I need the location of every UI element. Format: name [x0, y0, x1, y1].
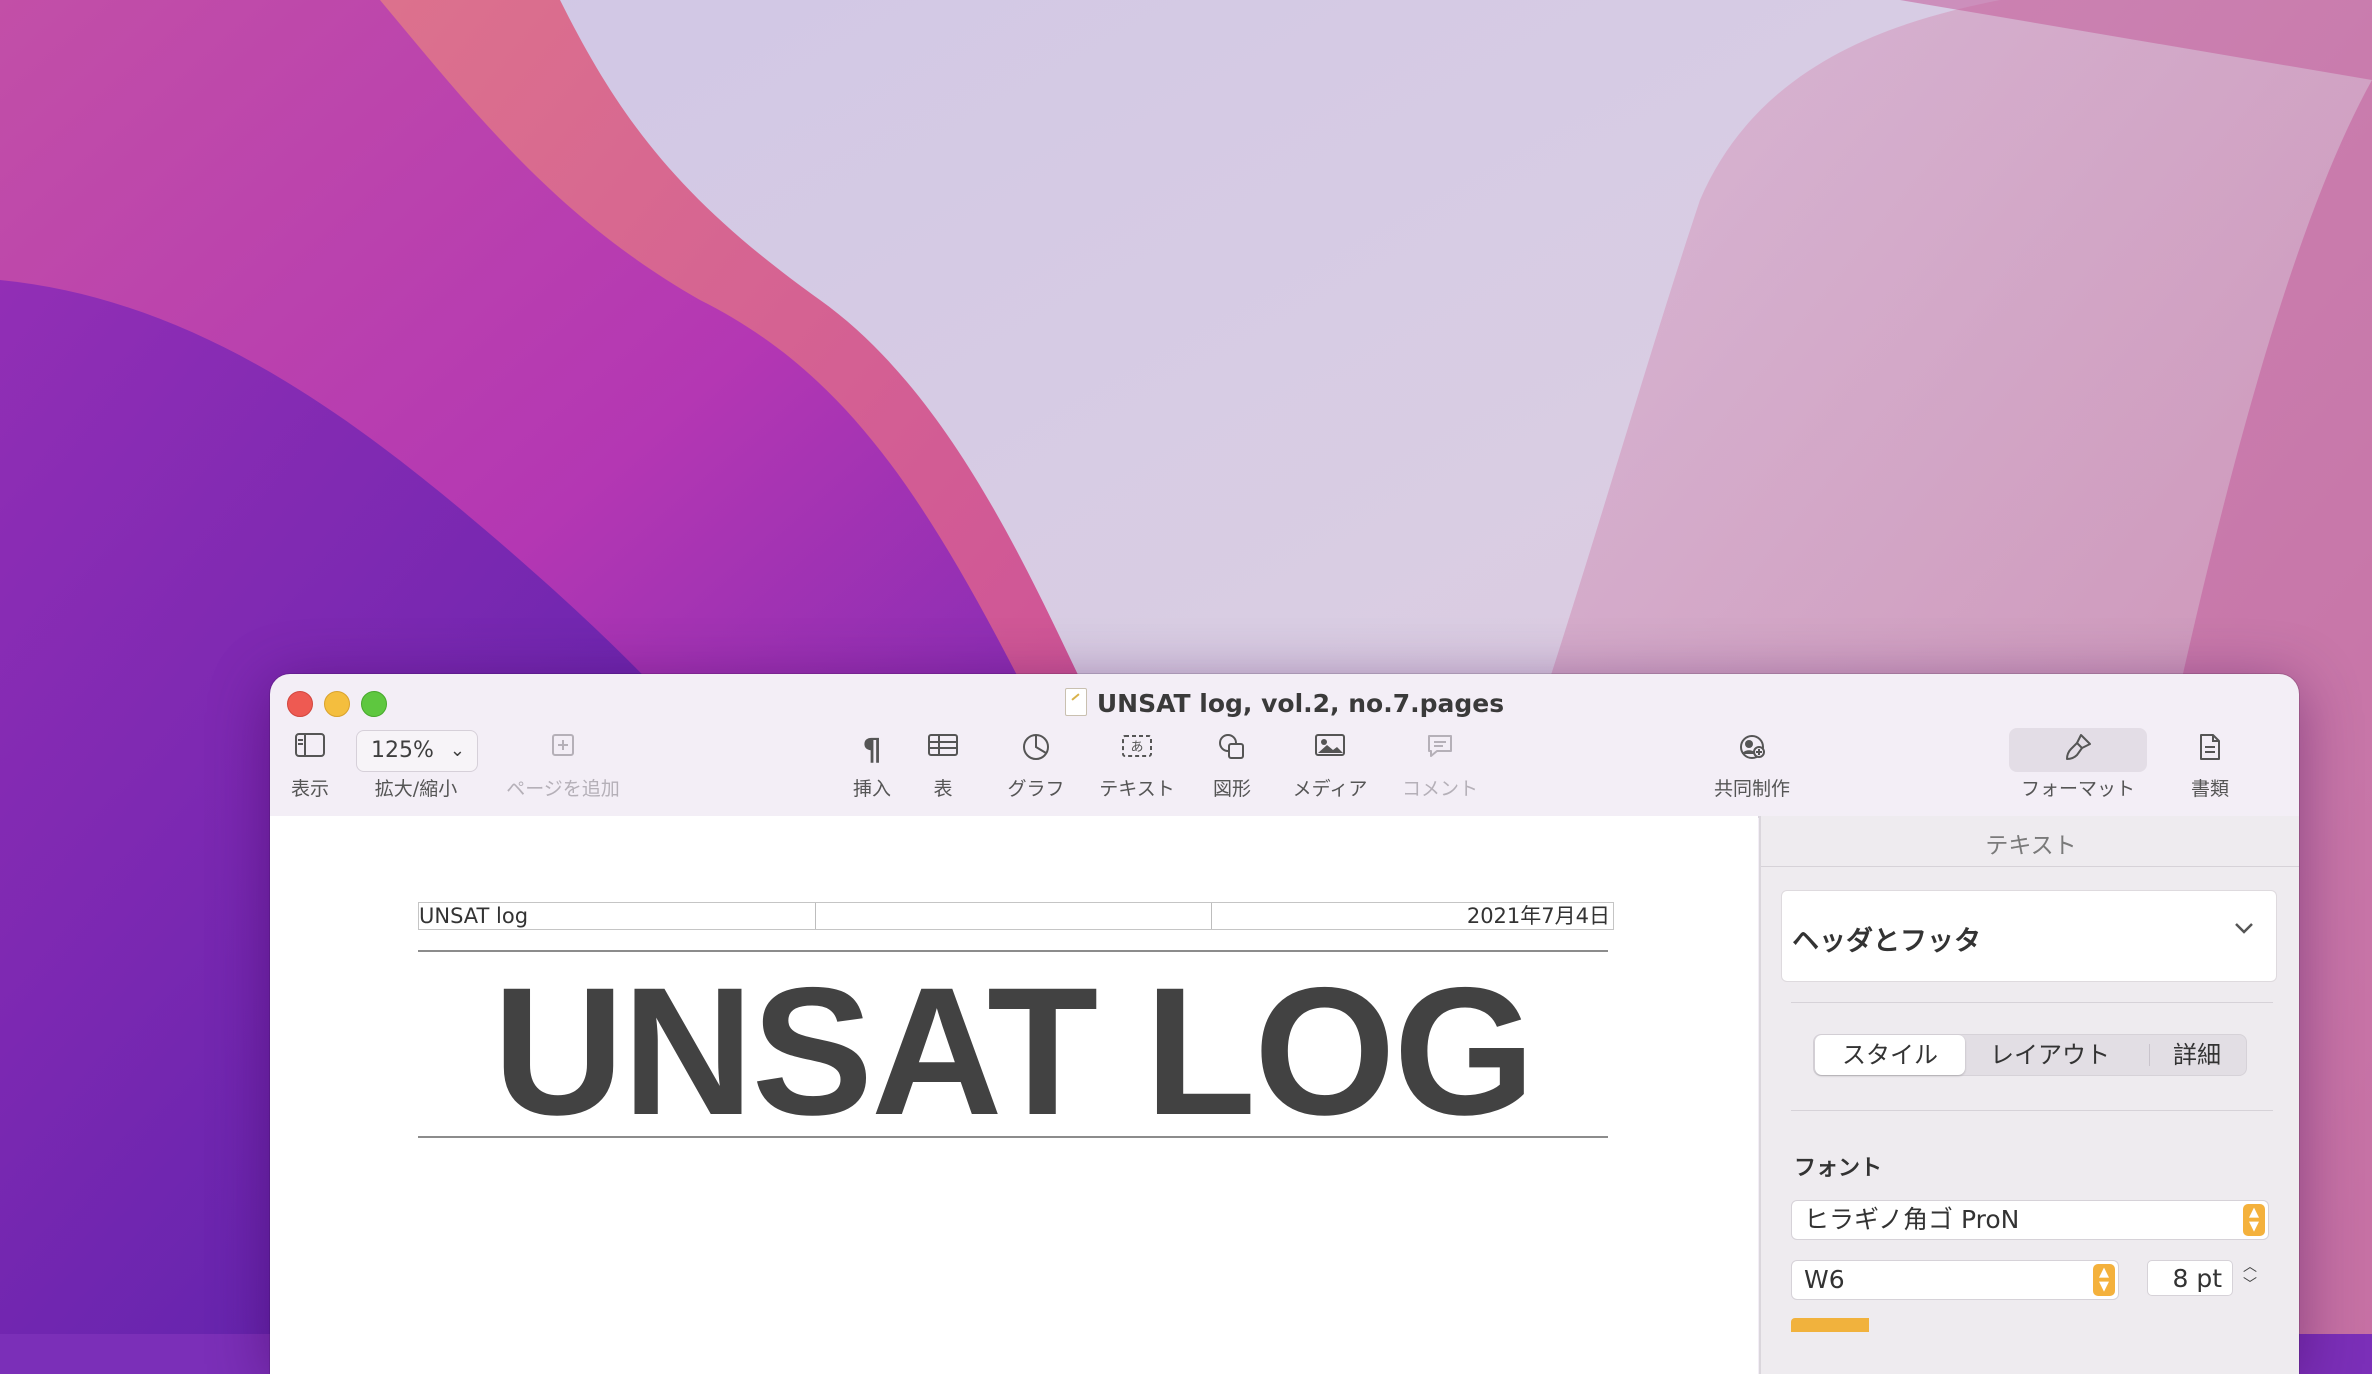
text-color-well[interactable]	[1791, 1318, 1869, 1332]
font-weight-popup[interactable]: W6 ▲ ▼	[1791, 1260, 2119, 1300]
font-family-value: ヒラギノ角ゴ ProN	[1804, 1205, 2020, 1234]
text-label: テキスト	[1099, 778, 1175, 800]
zoom-label: 拡大/縮小	[374, 778, 458, 800]
inspector-tab-text[interactable]: テキスト	[1761, 826, 2299, 860]
font-section-label: フォント	[1794, 1156, 1883, 1181]
updown-arrows-icon: ▲ ▼	[2243, 1204, 2265, 1236]
media-button[interactable]: メディア	[1280, 732, 1380, 801]
chart-label: グラフ	[1007, 778, 1065, 800]
font-size-stepper[interactable]: ︿ ﹀	[2237, 1258, 2263, 1298]
insert-label: 挿入	[852, 778, 891, 800]
text-box-button[interactable]: あ テキスト	[1090, 732, 1184, 801]
comment-label: コメント	[1401, 778, 1478, 800]
stepper-down-icon[interactable]: ﹀	[2243, 1277, 2257, 1293]
title-bottom-rule	[418, 1136, 1608, 1138]
stepper-up-icon[interactable]: ︿	[2243, 1259, 2257, 1275]
svg-text:あ: あ	[1130, 740, 1143, 755]
font-size-field[interactable]: 8 pt	[2147, 1260, 2233, 1296]
photo-icon	[1280, 732, 1380, 770]
segment-more[interactable]: 詳細	[2150, 1035, 2244, 1075]
format-button[interactable]: フォーマット	[2004, 732, 2152, 801]
inspector-tab-divider	[1761, 866, 2299, 867]
table-button[interactable]: 表	[922, 732, 964, 801]
view-label: 表示	[290, 778, 329, 800]
inspector-divider	[1791, 1002, 2273, 1003]
header-right-cell[interactable]: 2021年7月4日	[1467, 903, 1610, 929]
shape-label: 図形	[1212, 778, 1251, 800]
document-title[interactable]: UNSAT LOG	[418, 960, 1608, 1142]
paragraph-style-name: ヘッダとフッタ	[1792, 926, 1981, 957]
comment-button[interactable]: コメント	[1390, 732, 1490, 801]
paragraph-style-selector[interactable]: ヘッダとフッタ	[1781, 890, 2277, 982]
header-divider	[815, 903, 816, 929]
segment-layout[interactable]: レイアウト	[1966, 1035, 2134, 1075]
document-icon	[2180, 732, 2240, 770]
table-label: 表	[933, 778, 953, 800]
media-label: メディア	[1292, 778, 1368, 800]
paragraph-icon: ¶	[862, 733, 882, 768]
pages-window: UNSAT log, vol.2, no.7.pages 表示 125% ⌄ .…	[270, 674, 2299, 1374]
updown-arrows-icon: ▲ ▼	[2093, 1264, 2115, 1296]
chevron-down-icon	[2232, 915, 2256, 945]
window-title: UNSAT log, vol.2, no.7.pages	[270, 688, 2299, 718]
document-button[interactable]: 書類	[2180, 732, 2240, 801]
document-page: UNSAT log 2021年7月4日 UNSAT LOG	[270, 816, 1758, 1374]
sidebar-icon	[280, 732, 340, 770]
add-page-icon	[498, 732, 628, 770]
header-left-cell[interactable]: UNSAT log	[419, 903, 528, 929]
pie-chart-icon	[996, 732, 1076, 770]
inspector-divider	[1791, 1110, 2273, 1111]
comment-icon	[1390, 732, 1490, 770]
shape-icon	[1202, 732, 1262, 770]
header-divider	[1211, 903, 1212, 929]
collaborate-button[interactable]: 共同制作	[1702, 732, 1802, 801]
inspector-segmented-control: スタイル レイアウト 詳細	[1813, 1034, 2247, 1076]
format-label: フォーマット	[2020, 778, 2135, 800]
collaborate-label: 共同制作	[1713, 778, 1790, 800]
shape-button[interactable]: 図形	[1202, 732, 1262, 801]
format-inspector: テキスト ヘッダとフッタ スタイル レイアウト 詳細 フォント ヒラギノ角ゴ P…	[1759, 816, 2299, 1374]
segment-style[interactable]: スタイル	[1815, 1035, 1965, 1075]
add-page-button[interactable]: ページを追加	[498, 732, 628, 801]
toolbar: UNSAT log, vol.2, no.7.pages 表示 125% ⌄ .…	[270, 674, 2299, 818]
paintbrush-icon	[2004, 732, 2152, 770]
insert-button[interactable]: ¶ 挿入	[844, 732, 900, 801]
font-family-popup[interactable]: ヒラギノ角ゴ ProN ▲ ▼	[1791, 1200, 2269, 1240]
pages-document-icon	[1064, 688, 1087, 716]
document-label: 書類	[2190, 778, 2229, 800]
table-icon	[922, 732, 964, 770]
chart-button[interactable]: グラフ	[996, 732, 1076, 801]
text-box-icon: あ	[1090, 732, 1184, 770]
add-page-label: ページを追加	[506, 778, 620, 800]
view-button[interactable]: 表示	[280, 732, 340, 801]
collaborate-icon	[1702, 732, 1802, 770]
zoom-control: . 拡大/縮小	[350, 732, 482, 801]
font-weight-value: W6	[1804, 1265, 1845, 1294]
header-table[interactable]: UNSAT log 2021年7月4日	[418, 902, 1614, 930]
